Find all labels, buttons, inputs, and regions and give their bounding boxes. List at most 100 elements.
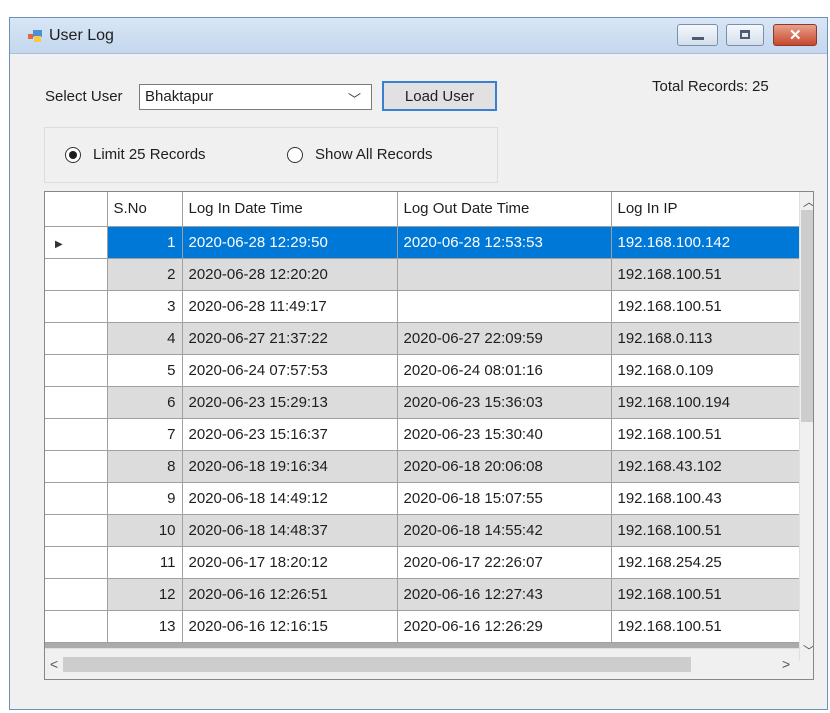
cell-login[interactable]: 2020-06-23 15:29:13 [182,386,398,419]
row-header[interactable] [45,546,108,579]
row-header[interactable] [45,322,108,355]
cell-sno[interactable]: 7 [107,418,183,451]
cell-ip[interactable]: 192.168.100.51 [611,514,800,547]
horizontal-scroll-thumb[interactable] [63,657,691,672]
row-header[interactable] [45,450,108,483]
cell-logout[interactable] [397,258,612,291]
cell-login[interactable]: 2020-06-28 12:20:20 [182,258,398,291]
table-row[interactable]: 9 2020-06-18 14:49:12 2020-06-18 15:07:5… [45,482,800,515]
maximize-button[interactable] [726,24,764,46]
limit-radio[interactable] [65,147,81,163]
cell-logout[interactable]: 2020-06-17 22:26:07 [397,546,612,579]
row-header[interactable] [45,290,108,323]
table-row[interactable]: 4 2020-06-27 21:37:22 2020-06-27 22:09:5… [45,322,800,355]
cell-sno[interactable]: 13 [107,610,183,643]
cell-login[interactable]: 2020-06-28 12:29:50 [182,226,398,259]
row-header[interactable] [45,578,108,611]
vertical-scroll-thumb[interactable] [801,210,813,422]
chevron-down-icon[interactable]: ﹀ [348,89,361,108]
cell-ip[interactable]: 192.168.0.113 [611,322,800,355]
table-row[interactable]: 11 2020-06-17 18:20:12 2020-06-17 22:26:… [45,546,800,579]
table-row[interactable]: 12 2020-06-16 12:26:51 2020-06-16 12:27:… [45,578,800,611]
horizontal-scrollbar[interactable]: < > [45,648,799,679]
table-row[interactable]: 7 2020-06-23 15:16:37 2020-06-23 15:30:4… [45,418,800,451]
cell-login[interactable]: 2020-06-27 21:37:22 [182,322,398,355]
cell-login[interactable]: 2020-06-24 07:57:53 [182,354,398,387]
cell-ip[interactable]: 192.168.100.51 [611,610,800,643]
cell-logout[interactable]: 2020-06-18 20:06:08 [397,450,612,483]
column-header-logout[interactable]: Log Out Date Time [397,192,612,227]
table-row[interactable]: 10 2020-06-18 14:48:37 2020-06-18 14:55:… [45,514,800,547]
cell-login[interactable]: 2020-06-18 14:48:37 [182,514,398,547]
title-bar[interactable]: User Log ✕ [10,18,827,54]
table-row[interactable]: 8 2020-06-18 19:16:34 2020-06-18 20:06:0… [45,450,800,483]
table-row[interactable]: 3 2020-06-28 11:49:17 192.168.100.51 [45,290,800,323]
row-header[interactable] [45,386,108,419]
limit-radio-label[interactable]: Limit 25 Records [93,146,206,163]
show-all-radio[interactable] [287,147,303,163]
cell-login[interactable]: 2020-06-16 12:26:51 [182,578,398,611]
cell-sno[interactable]: 9 [107,482,183,515]
scroll-right-icon[interactable]: > [782,656,790,672]
cell-logout[interactable]: 2020-06-16 12:27:43 [397,578,612,611]
cell-sno[interactable]: 12 [107,578,183,611]
user-select[interactable]: Bhaktapur ﹀ [139,84,372,110]
cell-login[interactable]: 2020-06-23 15:16:37 [182,418,398,451]
cell-sno[interactable]: 4 [107,322,183,355]
row-header[interactable] [45,482,108,515]
cell-logout[interactable]: 2020-06-28 12:53:53 [397,226,612,259]
scroll-down-icon[interactable]: ﹀ [803,642,813,659]
cell-ip[interactable]: 192.168.254.25 [611,546,800,579]
cell-logout[interactable] [397,290,612,323]
row-header[interactable] [45,354,108,387]
scroll-up-icon[interactable]: ︿ [803,193,813,210]
cell-sno[interactable]: 1 [107,226,183,259]
table-row[interactable]: 5 2020-06-24 07:57:53 2020-06-24 08:01:1… [45,354,800,387]
column-header-ip[interactable]: Log In IP [611,192,800,227]
vertical-scrollbar[interactable]: ︿ ﹀ [799,192,813,661]
show-all-radio-label[interactable]: Show All Records [315,146,433,163]
cell-logout[interactable]: 2020-06-18 15:07:55 [397,482,612,515]
table-row[interactable]: 6 2020-06-23 15:29:13 2020-06-23 15:36:0… [45,386,800,419]
cell-logout[interactable]: 2020-06-24 08:01:16 [397,354,612,387]
cell-ip[interactable]: 192.168.100.51 [611,258,800,291]
cell-sno[interactable]: 2 [107,258,183,291]
row-header[interactable] [45,610,108,643]
row-header[interactable]: ▶ [45,226,108,259]
cell-ip[interactable]: 192.168.43.102 [611,450,800,483]
minimize-button[interactable] [677,24,718,46]
cell-ip[interactable]: 192.168.100.142 [611,226,800,259]
row-header[interactable] [45,418,108,451]
cell-logout[interactable]: 2020-06-27 22:09:59 [397,322,612,355]
cell-logout[interactable]: 2020-06-23 15:36:03 [397,386,612,419]
cell-sno[interactable]: 6 [107,386,183,419]
row-header[interactable] [45,514,108,547]
cell-login[interactable]: 2020-06-18 19:16:34 [182,450,398,483]
table-row[interactable]: 13 2020-06-16 12:16:15 2020-06-16 12:26:… [45,610,800,643]
cell-ip[interactable]: 192.168.100.194 [611,386,800,419]
cell-login[interactable]: 2020-06-17 18:20:12 [182,546,398,579]
cell-sno[interactable]: 5 [107,354,183,387]
cell-login[interactable]: 2020-06-18 14:49:12 [182,482,398,515]
scroll-left-icon[interactable]: < [50,656,58,672]
column-header-sno[interactable]: S.No [107,192,183,227]
cell-logout[interactable]: 2020-06-23 15:30:40 [397,418,612,451]
cell-sno[interactable]: 11 [107,546,183,579]
table-row[interactable]: ▶ 1 2020-06-28 12:29:50 2020-06-28 12:53… [45,226,800,259]
close-button[interactable]: ✕ [773,24,817,46]
cell-ip[interactable]: 192.168.100.43 [611,482,800,515]
cell-ip[interactable]: 192.168.100.51 [611,578,800,611]
table-row[interactable]: 2 2020-06-28 12:20:20 192.168.100.51 [45,258,800,291]
cell-login[interactable]: 2020-06-28 11:49:17 [182,290,398,323]
cell-logout[interactable]: 2020-06-16 12:26:29 [397,610,612,643]
row-header[interactable] [45,258,108,291]
cell-ip[interactable]: 192.168.0.109 [611,354,800,387]
cell-ip[interactable]: 192.168.100.51 [611,418,800,451]
cell-sno[interactable]: 10 [107,514,183,547]
column-header-login[interactable]: Log In Date Time [182,192,398,227]
cell-sno[interactable]: 3 [107,290,183,323]
cell-sno[interactable]: 8 [107,450,183,483]
load-user-button[interactable]: Load User [382,81,497,111]
cell-logout[interactable]: 2020-06-18 14:55:42 [397,514,612,547]
user-log-grid[interactable]: S.No Log In Date Time Log Out Date Time … [44,191,814,680]
